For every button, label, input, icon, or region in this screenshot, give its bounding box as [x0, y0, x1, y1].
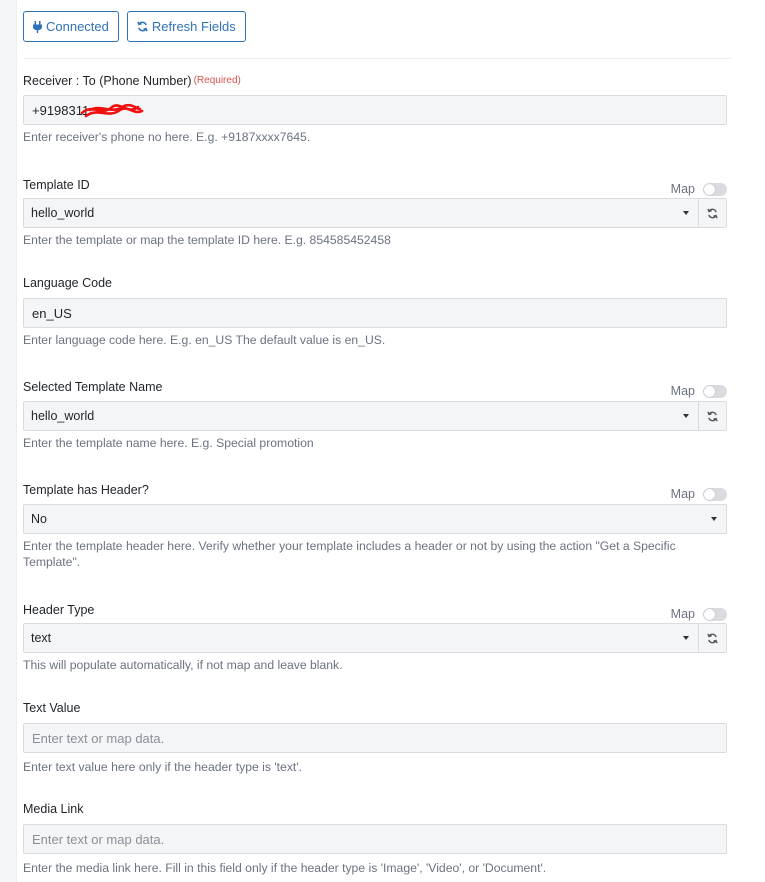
has-header-help: Enter the template header here. Verify w… [23, 539, 676, 569]
template-name-field: Selected Template Name Map hello_world E… [23, 374, 727, 451]
header-type-help: This will populate automatically, if not… [23, 658, 343, 672]
media-link-label: Media Link [23, 802, 84, 816]
template-id-row: hello_world [23, 198, 727, 228]
toggle-knob [704, 488, 715, 500]
template-name-label: Selected Template Name [23, 379, 163, 394]
header-type-map: Map [671, 606, 727, 622]
has-header-select[interactable]: No [23, 504, 727, 534]
media-link-placeholder: Enter text or map data. [32, 831, 165, 847]
template-name-row: hello_world [23, 401, 727, 431]
map-label: Map [670, 607, 695, 621]
media-link-field: Media Link Enter text or map data. Enter… [23, 801, 727, 876]
text-value-placeholder: Enter text or map data. [32, 730, 165, 746]
template-id-select[interactable]: hello_world [23, 198, 699, 228]
template-name-map-toggle[interactable] [703, 384, 727, 398]
has-header-label: Template has Header? [23, 482, 149, 497]
template-name-select[interactable]: hello_world [23, 401, 699, 431]
toggle-knob [704, 183, 715, 195]
language-code-label-row: Language Code [23, 275, 727, 291]
header-type-value: text [31, 631, 52, 645]
has-header-value: No [31, 512, 47, 526]
refresh-icon [707, 633, 718, 643]
template-name-refresh-button[interactable] [699, 401, 727, 431]
header-type-row: text [23, 623, 727, 653]
header-type-select[interactable]: text [23, 623, 699, 653]
connected-button[interactable]: Connected [23, 11, 119, 42]
chevron-down-icon [683, 211, 689, 215]
has-header-label-row: Template has Header? Map [23, 477, 727, 502]
has-header-field: Template has Header? Map No Enter the te… [23, 477, 727, 570]
chevron-down-icon [711, 517, 717, 521]
has-header-map-toggle[interactable] [703, 487, 727, 501]
refresh-fields-label: Refresh Fields [151, 19, 236, 34]
template-name-label-row: Selected Template Name Map [23, 374, 727, 399]
template-id-refresh-button[interactable] [699, 198, 727, 228]
language-code-label: Language Code [23, 276, 112, 290]
map-label: Map [670, 182, 695, 196]
chevron-down-icon [683, 636, 689, 640]
language-code-value: en_US [32, 305, 72, 321]
template-name-value: hello_world [31, 409, 95, 423]
header-type-label: Header Type [23, 602, 95, 617]
required-badge: (Required) [193, 75, 241, 86]
language-code-input[interactable]: en_US [23, 298, 727, 328]
template-id-field: Template ID Map hello_world Enter the te… [23, 172, 727, 248]
toolbar: Connected Refresh Fields [23, 11, 246, 42]
header-type-field: Header Type Map text This will populate … [23, 597, 727, 673]
chevron-down-icon [683, 414, 689, 418]
redaction-scribble [80, 103, 144, 118]
has-header-map: Map [671, 486, 727, 502]
template-name-map: Map [671, 383, 727, 399]
template-id-value: hello_world [31, 206, 95, 220]
toggle-knob [704, 385, 715, 397]
language-code-field: Language Code en_US Enter language code … [23, 275, 727, 348]
map-label: Map [670, 487, 695, 501]
text-value-help: Enter text value here only if the header… [23, 760, 303, 774]
media-link-label-row: Media Link [23, 801, 727, 817]
receiver-label-row: Receiver : To (Phone Number) (Required) [23, 73, 727, 89]
template-id-map: Map [671, 181, 727, 197]
media-link-help: Enter the media link here. Fill in this … [23, 861, 547, 875]
template-id-map-toggle[interactable] [703, 182, 727, 196]
connected-label: Connected [46, 19, 109, 34]
header-type-label-row: Header Type Map [23, 597, 727, 622]
media-link-input[interactable]: Enter text or map data. [23, 824, 727, 854]
toggle-knob [704, 608, 715, 620]
has-header-row: No [23, 504, 727, 534]
template-id-help: Enter the template or map the template I… [23, 233, 391, 247]
refresh-fields-button[interactable]: Refresh Fields [126, 11, 246, 42]
text-value-input[interactable]: Enter text or map data. [23, 723, 727, 753]
divider [23, 58, 731, 59]
language-code-help: Enter language code here. E.g. en_US The… [23, 333, 386, 347]
header-type-map-toggle[interactable] [703, 607, 727, 621]
map-label: Map [670, 384, 695, 398]
refresh-icon [137, 21, 148, 32]
text-value-label-row: Text Value [23, 700, 727, 716]
header-type-refresh-button[interactable] [699, 623, 727, 653]
receiver-help: Enter receiver's phone no here. E.g. +91… [23, 130, 311, 144]
text-value-label: Text Value [23, 701, 81, 715]
plug-icon [33, 20, 42, 33]
receiver-label: Receiver : To (Phone Number) [23, 74, 192, 88]
template-id-label-row: Template ID Map [23, 172, 727, 197]
refresh-icon [707, 411, 718, 421]
template-id-label: Template ID [23, 177, 90, 192]
template-name-help: Enter the template name here. E.g. Speci… [23, 436, 314, 450]
refresh-icon [707, 208, 718, 218]
text-value-field: Text Value Enter text or map data. Enter… [23, 700, 727, 775]
